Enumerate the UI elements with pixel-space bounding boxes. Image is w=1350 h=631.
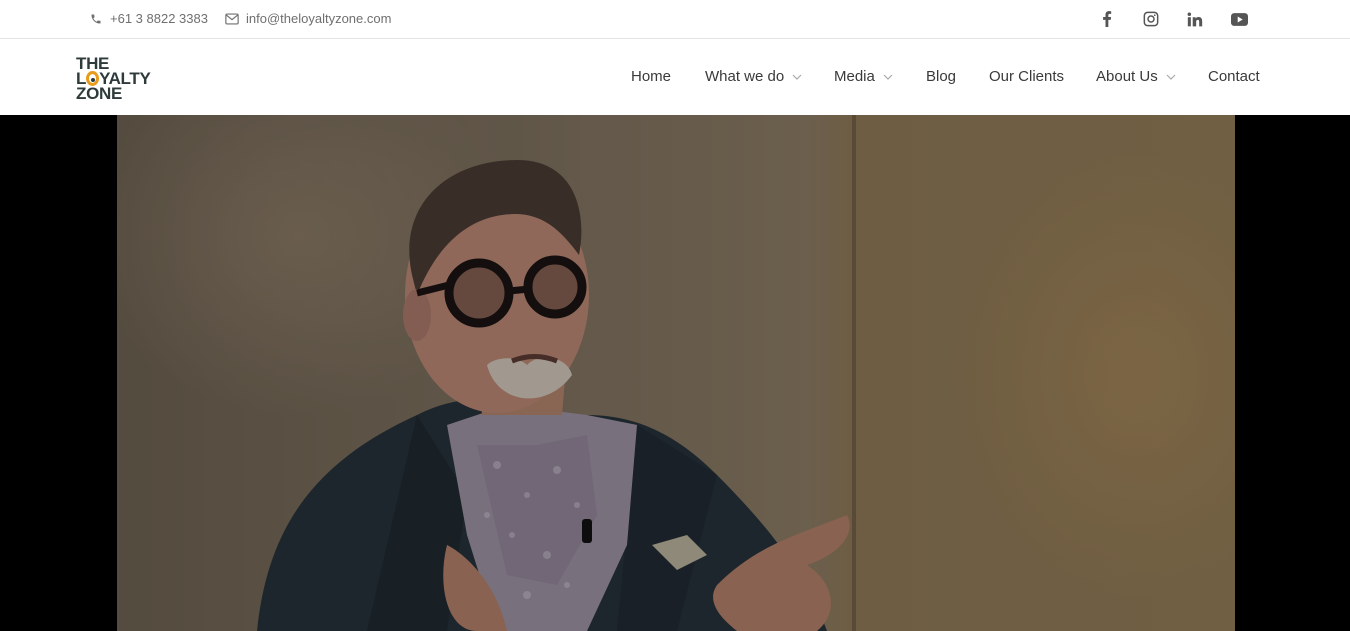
hero-video-section[interactable] <box>0 115 1350 631</box>
nav-home[interactable]: Home <box>631 68 671 85</box>
phone-contact[interactable]: +61 3 8822 3383 <box>89 11 208 26</box>
nav-what-we-do-label: What we do <box>705 68 785 85</box>
nav-media[interactable]: Media <box>834 68 893 85</box>
phone-number: +61 3 8822 3383 <box>110 11 208 26</box>
email-address: info@theloyaltyzone.com <box>246 11 392 26</box>
site-logo[interactable]: THE L YALTY ZONE <box>76 55 160 103</box>
phone-icon <box>89 12 103 26</box>
logo-line-3: ZONE <box>76 84 123 103</box>
nav-what-we-do[interactable]: What we do <box>705 68 802 85</box>
nav-blog-label: Blog <box>926 68 957 85</box>
nav-blog[interactable]: Blog <box>926 68 956 85</box>
chevron-down-icon <box>1166 74 1176 80</box>
chevron-down-icon <box>883 74 893 80</box>
facebook-icon[interactable] <box>1097 9 1117 29</box>
nav-contact-label: Contact <box>1208 68 1260 85</box>
youtube-icon[interactable] <box>1229 9 1249 29</box>
linkedin-icon[interactable] <box>1185 9 1205 29</box>
nav-about-us[interactable]: About Us <box>1096 68 1176 85</box>
nav-contact[interactable]: Contact <box>1208 68 1260 85</box>
email-contact[interactable]: info@theloyaltyzone.com <box>225 11 391 26</box>
video-frame[interactable] <box>117 115 1235 631</box>
nav-about-us-label: About Us <box>1096 68 1158 85</box>
top-bar: +61 3 8822 3383 info@theloyaltyzone.com <box>0 0 1350 39</box>
instagram-icon[interactable] <box>1141 9 1161 29</box>
chevron-down-icon <box>792 74 802 80</box>
nav-home-label: Home <box>631 68 672 85</box>
video-overlay <box>117 115 1235 631</box>
envelope-icon <box>225 12 239 26</box>
nav-our-clients[interactable]: Our Clients <box>989 68 1064 85</box>
nav-media-label: Media <box>834 68 875 85</box>
nav-our-clients-label: Our Clients <box>989 68 1065 85</box>
main-navbar: THE L YALTY ZONE Home What we do Media Bl… <box>0 40 1350 115</box>
